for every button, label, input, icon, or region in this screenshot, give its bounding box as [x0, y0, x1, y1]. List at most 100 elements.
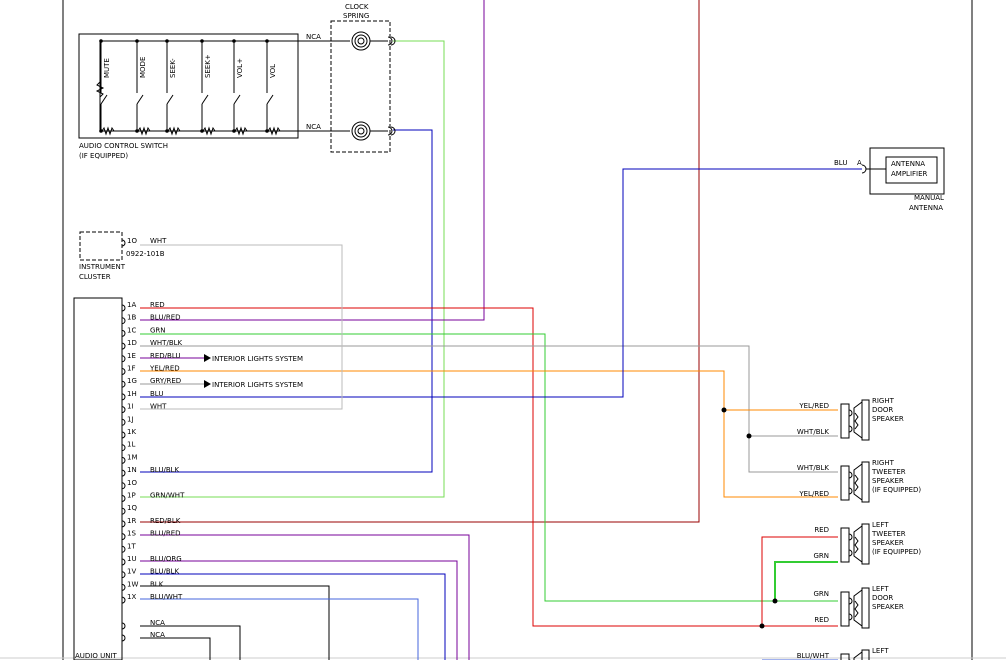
switch-seek-: SEEK-: [165, 39, 181, 136]
speaker-wire-top: BLU/WHT: [797, 652, 830, 660]
audio-unit-pin: 1P GRN/WHT: [121, 492, 185, 502]
coil-icon: [351, 31, 371, 51]
switch-vol-: VOL+: [232, 39, 248, 136]
clock-spring: CLOCK SPRING: [330, 3, 396, 153]
audio-unit-pin: 1E RED/BLU: [121, 352, 181, 363]
audio-unit-pin: 1B BLU/RED: [121, 314, 181, 325]
pin-id: 1T: [127, 542, 136, 550]
pin-wire-color: BLU/WHT: [150, 593, 183, 601]
audio-unit-pin: 1F YEL/RED: [121, 365, 180, 375]
coil-icon: [351, 121, 371, 141]
audio-unit-pin: 1N BLU/BLK: [121, 466, 180, 477]
connector-body: [840, 403, 850, 439]
speaker-label: TWEETER: [871, 530, 906, 538]
coil-icon: [854, 536, 859, 554]
audio-control-switch: MUTE MODE SEEK- SEEK+ VOL+ VOL AUDIO CONTROL …: [78, 33, 321, 160]
audio-unit-pin: 1U BLU/ORG: [121, 555, 182, 566]
splice-dot: [772, 598, 778, 604]
coil-icon: [854, 412, 859, 430]
speaker: LEFTTWEETERSPEAKER(IF EQUIPPED) RED GRN: [813, 521, 921, 565]
speaker-wire-bottom: YEL/RED: [798, 490, 829, 498]
splice-dot: [759, 623, 765, 629]
wire-left-tweeter-red: [761, 536, 838, 626]
pin-wire-color: GRN: [150, 326, 166, 334]
speaker-label: RIGHT: [872, 459, 895, 467]
splice-dot: [746, 433, 752, 439]
cluster-wire: WHT: [150, 237, 167, 245]
pin-wire-color: YEL/RED: [149, 365, 180, 373]
switch-nca-bottom: NCA: [306, 123, 321, 131]
speaker-label: TWEETER: [871, 468, 906, 476]
pin-wire-color: NCA: [150, 631, 165, 639]
speaker-wire-top: WHT/BLK: [797, 464, 830, 472]
wire-1v-blu-blk: [140, 573, 446, 660]
connector-body: [840, 527, 850, 563]
switch-nca-top: NCA: [306, 33, 321, 41]
switch-label-line2: (IF EQUIPPED): [79, 152, 128, 160]
pin-id: 1S: [127, 530, 136, 538]
pin-id: 1F: [127, 365, 135, 373]
antenna-box-line1: ANTENNA: [891, 160, 925, 168]
pin-id: 1K: [127, 428, 136, 436]
switch-mute: MUTE: [99, 39, 115, 136]
audio-unit-pin: 1M: [121, 453, 138, 464]
switch-label-line1: AUDIO CONTROL SWITCH: [79, 142, 168, 150]
pin-wire-color: BLU/RED: [150, 314, 181, 322]
speaker: RIGHTDOORSPEAKER YEL/RED WHT/BLK: [797, 397, 904, 441]
audio-unit-pin: 1G GRY/RED: [121, 377, 181, 388]
interior-lights-label-2: INTERIOR LIGHTS SYSTEM: [212, 381, 303, 389]
audio-unit-pin: NCA: [121, 619, 165, 630]
pin-wire-color: GRY/RED: [150, 377, 181, 385]
pin-id: 1L: [127, 441, 135, 449]
switch-seek-: SEEK+: [200, 39, 216, 136]
audio-unit-pin: 1D WHT/BLK: [121, 339, 183, 350]
speaker-wire-bottom: RED: [814, 616, 829, 624]
speaker-label: LEFT: [872, 521, 889, 529]
pin-id: 1N: [127, 466, 137, 474]
cluster-connector: 0922-101B: [126, 250, 165, 258]
audio-unit-pin: 1K: [121, 428, 136, 439]
speaker-label: LEFT: [872, 647, 889, 655]
speaker-wire-top: YEL/RED: [798, 402, 829, 410]
pin-wire-color: WHT/BLK: [150, 339, 183, 347]
pin-wire-color: RED/BLK: [150, 517, 181, 525]
pin-wire-color: GRN/WHT: [150, 492, 185, 500]
interior-lights-label-1: INTERIOR LIGHTS SYSTEM: [212, 355, 303, 363]
pin-id: 1V: [127, 568, 136, 576]
speaker-label: DOOR: [872, 594, 893, 602]
switch-name: SEEK-: [169, 58, 177, 78]
connector-body: [840, 465, 850, 501]
cluster-label-line2: CLUSTER: [79, 273, 111, 281]
speaker-label: SPEAKER: [872, 415, 904, 423]
antenna-box-line2: AMPLIFIER: [891, 170, 928, 178]
audio-unit: AUDIO UNIT 1A RED 1B BLU/RED 1C GRN 1D WHT/BLK 1…: [73, 297, 303, 660]
pin-wire-color: BLU/BLK: [150, 466, 180, 474]
speaker-icon: [853, 651, 863, 660]
connector-body: [840, 591, 850, 627]
splice-dot: [721, 407, 727, 413]
audio-unit-pin: 1R RED/BLK: [121, 517, 181, 528]
audio-unit-pin: 1C GRN: [121, 326, 166, 337]
connector-body: [840, 653, 850, 660]
wire-1r-red-blk: [140, 0, 700, 523]
connector-icon: [861, 164, 867, 174]
pin-id: 1Q: [127, 504, 137, 512]
audio-unit-pin: 1W BLK: [121, 580, 164, 591]
wire-1f-yel-red: [140, 370, 838, 498]
pin-id: 1J: [127, 415, 134, 423]
audio-unit-pin: 1Q: [121, 504, 137, 515]
speaker-label: RIGHT: [872, 397, 895, 405]
audio-unit-label: AUDIO UNIT: [75, 652, 118, 660]
pin-id: 1C: [127, 326, 136, 334]
pin-wire-color: BLU/ORG: [150, 555, 182, 563]
pin-id: 1B: [127, 314, 136, 322]
audio-unit-pin: 1L: [121, 441, 135, 452]
cluster-pin: 1O: [127, 237, 137, 245]
switch-name: VOL+: [236, 58, 244, 78]
audio-unit-pin: 1T: [121, 542, 136, 553]
antenna-wire-label: BLU: [834, 159, 847, 167]
speaker-label: SPEAKER: [872, 477, 904, 485]
audio-unit-pin: 1A RED: [121, 301, 165, 312]
speaker-wire-bottom: WHT/BLK: [797, 428, 830, 436]
pin-id: 1I: [127, 403, 134, 411]
